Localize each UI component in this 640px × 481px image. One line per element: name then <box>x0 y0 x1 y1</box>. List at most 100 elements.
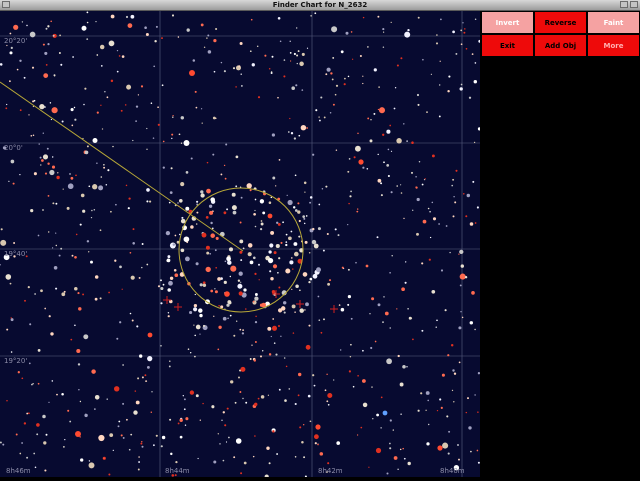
star <box>88 460 91 462</box>
star <box>252 256 256 260</box>
star <box>459 273 466 280</box>
star <box>311 239 317 245</box>
star <box>396 64 399 67</box>
star <box>190 352 192 354</box>
star <box>389 447 392 450</box>
star <box>477 411 479 413</box>
star <box>331 26 338 33</box>
star <box>199 419 201 421</box>
star <box>298 219 301 223</box>
star <box>463 193 465 195</box>
star <box>171 133 174 136</box>
star <box>253 402 258 407</box>
star <box>113 386 120 392</box>
star <box>100 65 103 67</box>
star <box>0 264 1 266</box>
star <box>273 251 277 255</box>
star <box>373 112 376 115</box>
star <box>78 388 80 391</box>
star <box>308 251 311 254</box>
star-field[interactable]: 20°20' 20°0' 19°40' 19°20' 8h46m 8h44m 8… <box>0 11 482 479</box>
star <box>427 423 430 426</box>
star <box>48 315 51 318</box>
star <box>407 28 410 32</box>
star <box>258 279 260 281</box>
star <box>289 260 294 265</box>
star <box>42 43 45 46</box>
star <box>86 21 89 24</box>
star <box>79 223 82 226</box>
star <box>40 164 42 166</box>
star <box>125 184 128 187</box>
star <box>380 427 382 429</box>
star <box>206 37 208 39</box>
faint-button[interactable]: Faint <box>587 11 640 34</box>
star <box>377 178 382 183</box>
star <box>194 90 197 93</box>
star <box>377 153 379 156</box>
star <box>391 255 393 257</box>
star <box>415 186 418 189</box>
star <box>306 47 309 49</box>
star <box>334 228 337 231</box>
star <box>445 225 448 227</box>
star <box>112 145 114 148</box>
star <box>240 259 243 262</box>
star <box>200 193 205 198</box>
invert-button[interactable]: Invert <box>481 11 534 34</box>
star <box>38 143 40 145</box>
star <box>201 232 207 238</box>
star <box>335 149 338 151</box>
reverse-button[interactable]: Reverse <box>534 11 587 34</box>
add-obj-button[interactable]: Add Obj <box>534 34 587 57</box>
star <box>37 349 41 352</box>
star <box>195 223 198 225</box>
star <box>396 308 398 310</box>
star <box>466 193 471 198</box>
star <box>32 134 35 137</box>
star <box>205 216 209 219</box>
star <box>240 281 242 283</box>
star <box>135 120 137 122</box>
star <box>299 426 302 429</box>
maximize-icon[interactable] <box>630 1 638 8</box>
star <box>190 225 194 229</box>
star <box>194 355 196 358</box>
star <box>94 297 98 301</box>
star <box>108 291 110 294</box>
star <box>249 260 254 265</box>
star <box>411 141 414 144</box>
title-bar[interactable]: Finder Chart for N_2632 <box>0 0 640 11</box>
star <box>322 249 325 252</box>
minimize-icon[interactable] <box>620 1 628 8</box>
star <box>463 31 466 34</box>
star <box>167 312 170 314</box>
star <box>362 75 364 77</box>
star <box>435 326 437 328</box>
star <box>301 89 304 91</box>
star <box>235 438 242 444</box>
more-button[interactable]: More <box>587 34 640 57</box>
star <box>185 417 189 421</box>
star <box>403 217 405 220</box>
star <box>226 407 229 410</box>
star <box>170 167 173 170</box>
star <box>169 418 172 421</box>
exit-button[interactable]: Exit <box>481 34 534 57</box>
star <box>277 96 279 99</box>
star <box>325 73 328 76</box>
star <box>282 301 287 305</box>
star <box>396 138 402 144</box>
star <box>272 264 278 269</box>
dec-label: 20°20' <box>4 37 27 45</box>
star <box>232 67 236 70</box>
star <box>180 142 183 144</box>
star <box>119 321 122 324</box>
star <box>318 116 320 118</box>
star <box>301 52 305 56</box>
star <box>454 201 457 204</box>
finder-chart[interactable]: 20°20' 20°0' 19°40' 19°20' 8h46m 8h44m 8… <box>0 11 482 479</box>
star <box>137 377 140 380</box>
star <box>206 188 211 194</box>
star <box>94 395 100 400</box>
